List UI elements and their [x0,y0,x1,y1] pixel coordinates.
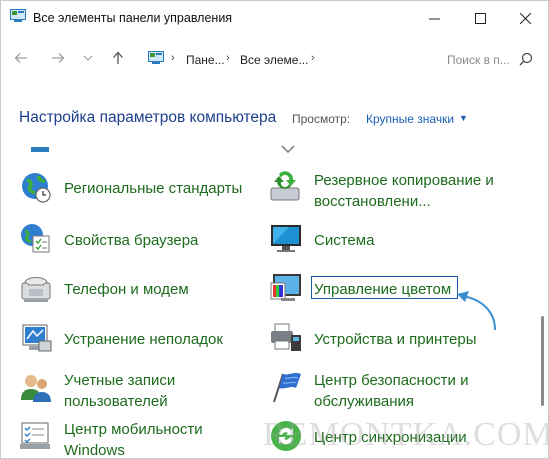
devices-printers-icon [271,323,301,351]
item-regional-settings[interactable]: Региональные стандарты [19,170,259,216]
item-mobility-center[interactable]: Центр мобильности Windows [19,419,259,458]
minimize-icon [428,18,440,19]
partial-icon [281,145,295,153]
maximize-icon [474,12,486,24]
close-icon [519,12,531,24]
selection-highlight [311,276,458,299]
page-title: Настройка параметров компьютера [19,109,277,126]
vertical-scrollbar[interactable] [541,316,544,406]
item-phone-modem[interactable]: Телефон и модем [19,271,259,317]
recent-locations-button[interactable] [77,47,99,69]
phone-modem-icon [21,277,51,302]
close-button[interactable] [502,1,548,35]
breadcrumb-separator-icon[interactable]: › [171,52,175,64]
title-bar: Все элементы панели управления [1,1,548,35]
item-label[interactable]: Свойства браузера [64,230,198,251]
item-backup-restore[interactable]: Резервное копирование и восстановлени... [269,170,529,216]
item-label[interactable]: Центр мобильности Windows [64,419,203,458]
control-panel-icon [10,9,26,22]
globe-clock-icon [22,173,51,203]
search-box[interactable]: Поиск в п... [441,45,539,72]
watermark: REMONTKA.COM [263,416,549,453]
breadcrumb-item[interactable]: Все элеме... [240,53,308,67]
item-internet-options[interactable]: Свойства браузера [19,222,259,268]
minimize-button[interactable] [411,1,457,35]
item-user-accounts[interactable]: Учетные записи пользователей [19,370,259,416]
backup-restore-icon [270,171,300,201]
item-label[interactable]: Система [314,230,374,251]
arrow-left-icon [14,53,27,63]
item-troubleshooting[interactable]: Устранение неполадок [19,321,259,367]
back-button[interactable] [10,47,32,69]
view-by-dropdown[interactable]: Крупные значки [366,112,454,126]
control-panel-icon [148,51,164,64]
maximize-button[interactable] [457,1,503,35]
item-label[interactable]: Центр безопасности и обслуживания [314,370,468,412]
search-input[interactable]: Поиск в п... [447,53,510,67]
mobility-center-icon [20,422,50,449]
up-button[interactable] [107,47,129,69]
address-bar[interactable]: › Пане... › Все элеме... › [141,45,433,72]
item-label[interactable]: Региональные стандарты [64,178,242,199]
breadcrumb-separator-icon[interactable]: › [311,52,315,64]
security-flag-icon [273,373,301,403]
breadcrumb-separator-icon[interactable]: › [226,52,230,64]
item-security-maintenance[interactable]: Центр безопасности и обслуживания [269,370,529,416]
user-accounts-icon [21,375,51,402]
item-label[interactable]: Учетные записи пользователей [64,370,175,412]
item-label[interactable]: Телефон и модем [64,279,189,300]
item-system[interactable]: Система [269,222,529,268]
window-title: Все элементы панели управления [33,11,233,25]
partial-icon [31,147,49,152]
internet-options-icon [21,224,50,253]
control-panel-window: Все элементы панели управления › Пане...… [0,0,549,459]
color-management-icon [270,274,301,301]
chevron-down-icon [83,55,93,61]
arrow-up-icon [113,51,123,64]
dropdown-arrow-icon[interactable]: ▼ [459,113,468,123]
search-icon[interactable] [519,52,533,66]
view-by-label: Просмотр: [292,112,351,126]
item-label[interactable]: Резервное копирование и восстановлени... [314,170,494,212]
forward-button[interactable] [47,47,69,69]
arrow-right-icon [52,53,65,63]
item-label[interactable]: Устранение неполадок [64,329,223,350]
annotation-arrow-icon [457,291,496,331]
breadcrumb-item[interactable]: Пане... [186,53,225,67]
system-monitor-icon [271,225,301,252]
troubleshooting-icon [22,324,52,352]
